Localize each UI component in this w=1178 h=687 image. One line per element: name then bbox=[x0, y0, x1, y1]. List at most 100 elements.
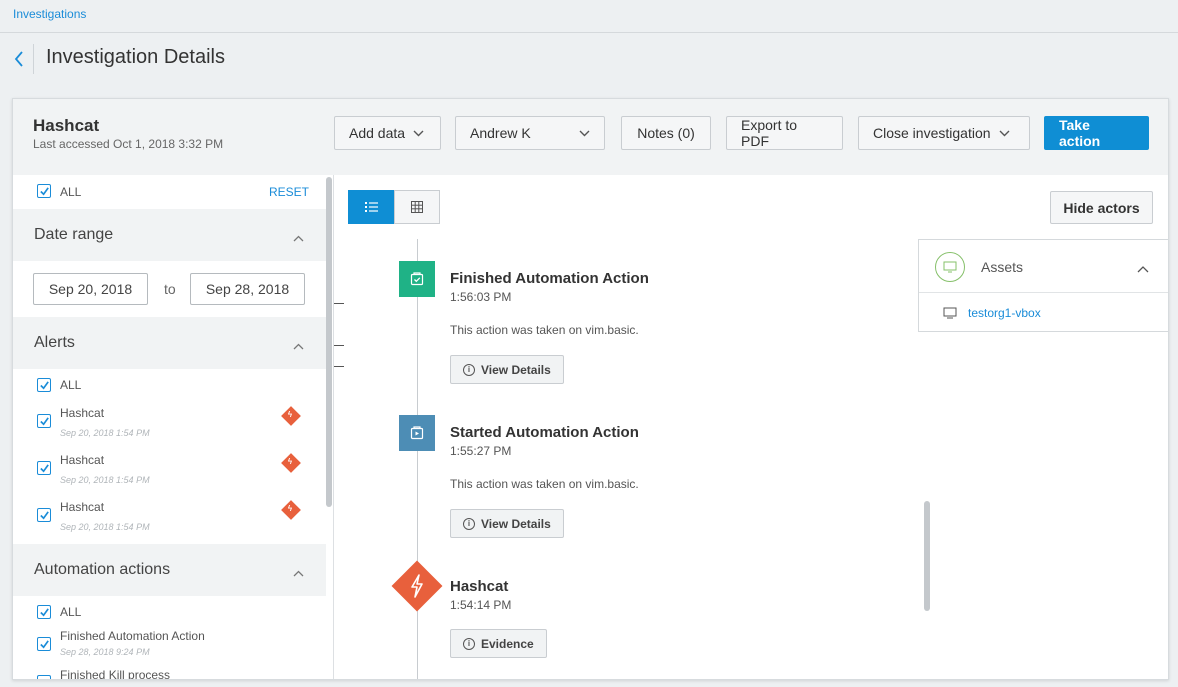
list-view-button[interactable] bbox=[348, 190, 394, 224]
back-button[interactable] bbox=[10, 48, 28, 70]
assets-panel: Assets testorg1-vbox bbox=[918, 239, 1168, 332]
assignee-label: Andrew K bbox=[470, 125, 531, 141]
checkmark-icon bbox=[39, 639, 49, 649]
alert-checkbox[interactable] bbox=[37, 461, 51, 475]
automation-date: Sep 28, 2018 9:24 PM bbox=[60, 647, 150, 657]
grid-icon bbox=[411, 201, 423, 213]
timeline-scrollbar[interactable] bbox=[924, 501, 930, 611]
close-investigation-button[interactable]: Close investigation bbox=[858, 116, 1030, 150]
all-checkbox[interactable] bbox=[37, 184, 51, 198]
event-description: This action was taken on vim.basic. bbox=[450, 323, 639, 337]
hide-actors-button[interactable]: Hide actors bbox=[1050, 191, 1153, 224]
take-action-button[interactable]: Take action bbox=[1044, 116, 1149, 150]
assets-header[interactable]: Assets bbox=[919, 240, 1168, 293]
automation-checkbox[interactable] bbox=[37, 637, 51, 651]
automation-name: Finished Kill process bbox=[60, 668, 171, 680]
checkmark-icon bbox=[39, 607, 49, 617]
event-title: Hashcat bbox=[450, 578, 509, 595]
view-details-button[interactable]: i View Details bbox=[450, 509, 564, 538]
info-icon: i bbox=[463, 363, 475, 376]
chevron-down-icon bbox=[999, 130, 1010, 137]
breadcrumb[interactable]: Investigations bbox=[13, 7, 86, 21]
automation-all-label: ALL bbox=[60, 605, 82, 619]
alert-checkbox[interactable] bbox=[37, 414, 51, 428]
alert-severity-icon: ϟ bbox=[281, 406, 301, 426]
evidence-button[interactable]: i Evidence bbox=[450, 629, 547, 658]
event-time: 1:56:03 PM bbox=[450, 290, 512, 304]
chevron-up-icon bbox=[1137, 260, 1149, 278]
alerts-title: Alerts bbox=[34, 334, 75, 351]
automation-all-checkbox[interactable] bbox=[37, 605, 51, 619]
tick-mark bbox=[334, 345, 344, 346]
notes-button[interactable]: Notes (0) bbox=[621, 116, 711, 150]
chevron-up-icon bbox=[293, 337, 304, 355]
alert-severity-icon: ϟ bbox=[281, 500, 301, 520]
evidence-label: Evidence bbox=[481, 636, 534, 651]
automation-actions-header[interactable]: Automation actions bbox=[13, 544, 326, 596]
alert-date: Sep 20, 2018 1:54 PM bbox=[60, 428, 150, 438]
alert-date: Sep 20, 2018 1:54 PM bbox=[60, 522, 150, 532]
chevron-up-icon bbox=[293, 564, 304, 582]
checkmark-icon bbox=[39, 380, 49, 390]
event-title: Finished Automation Action bbox=[450, 270, 649, 287]
automation-finished-icon bbox=[399, 261, 435, 297]
investigation-name: Hashcat bbox=[33, 116, 100, 135]
event-time: 1:55:27 PM bbox=[450, 444, 512, 458]
view-details-label: View Details bbox=[481, 516, 551, 531]
automation-actions-title: Automation actions bbox=[34, 561, 171, 578]
view-details-button[interactable]: i View Details bbox=[450, 355, 564, 384]
filter-sidebar: ALL RESET Date range Sep 20, 2018 to Sep… bbox=[13, 175, 333, 680]
alerts-all-label: ALL bbox=[60, 378, 82, 392]
alert-severity-icon: ϟ bbox=[281, 453, 301, 473]
page-title: Investigation Details bbox=[46, 46, 225, 68]
lightning-icon bbox=[408, 573, 426, 599]
timeline-panel: Hide actors Finished Automation Action 1… bbox=[334, 175, 1168, 679]
automation-name: Finished Automation Action bbox=[60, 629, 205, 643]
export-label: Export to PDF bbox=[741, 117, 798, 149]
investigation-header: Hashcat Last accessed Oct 1, 2018 3:32 P… bbox=[13, 99, 1168, 175]
checkmark-icon bbox=[39, 463, 49, 473]
view-toggle bbox=[348, 190, 440, 224]
computer-icon bbox=[943, 306, 957, 324]
all-label: ALL bbox=[60, 185, 82, 199]
checkmark-icon bbox=[39, 510, 49, 520]
event-time: 1:54:14 PM bbox=[450, 598, 512, 612]
last-accessed: Last accessed Oct 1, 2018 3:32 PM bbox=[33, 137, 224, 151]
alerts-all-checkbox[interactable] bbox=[37, 378, 51, 392]
date-to-label: to bbox=[164, 281, 176, 297]
chevron-left-icon bbox=[14, 51, 23, 67]
tick-mark bbox=[334, 303, 344, 304]
title-separator bbox=[33, 44, 34, 74]
info-icon: i bbox=[463, 637, 475, 650]
grid-view-button[interactable] bbox=[394, 190, 440, 224]
date-range-title: Date range bbox=[34, 226, 114, 243]
date-to-input[interactable]: Sep 28, 2018 bbox=[190, 273, 305, 305]
checkmark-icon bbox=[39, 416, 49, 426]
tick-mark bbox=[334, 366, 344, 367]
date-range-header[interactable]: Date range bbox=[13, 209, 326, 261]
sidebar-scrollbar[interactable] bbox=[326, 177, 332, 507]
add-data-label: Add data bbox=[349, 125, 406, 141]
close-investigation-label: Close investigation bbox=[873, 125, 991, 141]
checkmark-icon bbox=[39, 186, 49, 196]
add-data-button[interactable]: Add data bbox=[334, 116, 441, 150]
notes-label: Notes (0) bbox=[637, 125, 695, 141]
list-icon bbox=[364, 202, 378, 212]
alert-checkbox[interactable] bbox=[37, 508, 51, 522]
event-title: Started Automation Action bbox=[450, 424, 639, 441]
event-description: This action was taken on vim.basic. bbox=[450, 477, 639, 491]
automation-checkbox[interactable] bbox=[37, 675, 51, 679]
take-action-label: Take action bbox=[1059, 117, 1101, 149]
alerts-header[interactable]: Alerts bbox=[13, 317, 326, 369]
timeline-axis bbox=[417, 239, 418, 679]
chevron-down-icon bbox=[579, 130, 590, 137]
date-from-input[interactable]: Sep 20, 2018 bbox=[33, 273, 148, 305]
automation-started-icon bbox=[399, 415, 435, 451]
alert-name: Hashcat bbox=[60, 500, 105, 514]
export-pdf-button[interactable]: Export to PDF bbox=[726, 116, 843, 150]
chevron-up-icon bbox=[293, 229, 304, 247]
reset-link[interactable]: RESET bbox=[269, 185, 309, 199]
assignee-select[interactable]: Andrew K bbox=[455, 116, 605, 150]
assets-title: Assets bbox=[981, 259, 1024, 275]
asset-link[interactable]: testorg1-vbox bbox=[968, 306, 1041, 320]
